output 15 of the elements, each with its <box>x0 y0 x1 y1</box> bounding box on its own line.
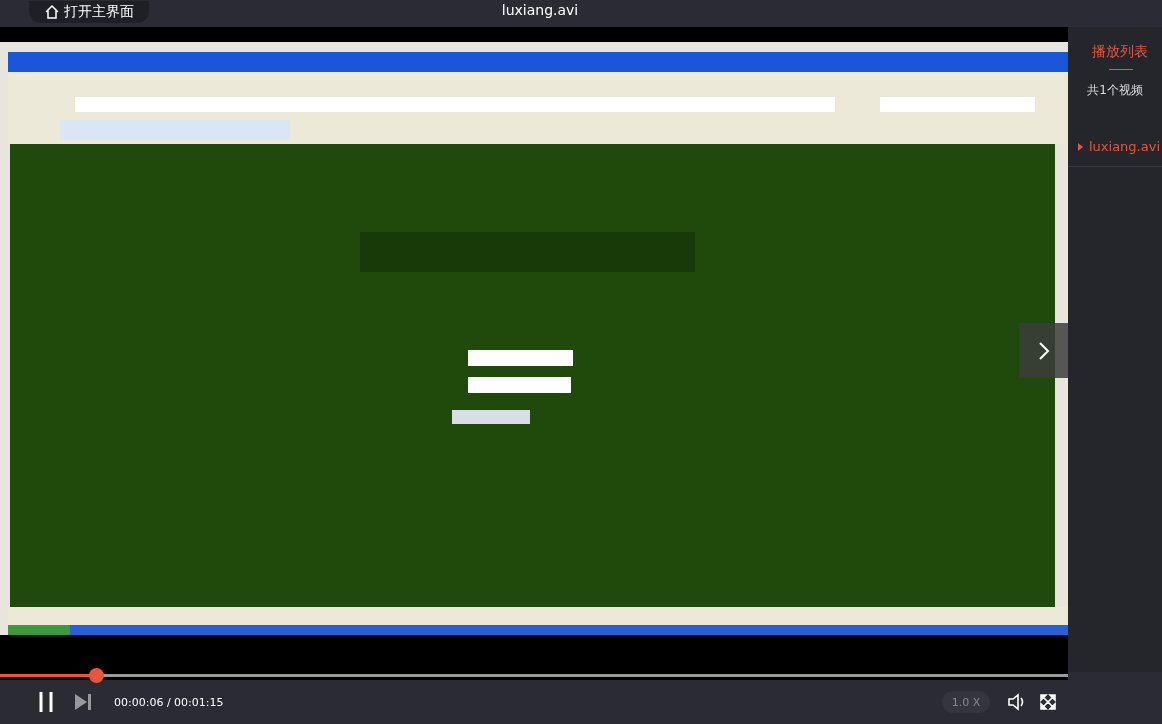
speed-button[interactable]: 1.0 X <box>942 691 990 713</box>
video-count: 共1个视频 <box>1087 82 1143 99</box>
pause-button[interactable] <box>38 692 54 712</box>
chevron-right-icon <box>1037 340 1050 361</box>
home-button[interactable]: 打开主界面 <box>29 0 149 23</box>
playlist-title: 播放列表 <box>1092 43 1148 61</box>
playback-time: 00:00:06 / 00:01:15 <box>114 695 224 709</box>
playlist-item[interactable]: luxiang.avi <box>1068 135 1162 166</box>
play-marker-icon <box>1078 142 1083 151</box>
video-title: luxiang.avi <box>501 2 579 18</box>
next-track-button[interactable] <box>74 693 92 711</box>
volume-button[interactable] <box>1008 693 1026 711</box>
home-icon <box>44 4 60 19</box>
fullscreen-button[interactable] <box>1040 694 1056 710</box>
progress-track[interactable] <box>0 668 1068 683</box>
